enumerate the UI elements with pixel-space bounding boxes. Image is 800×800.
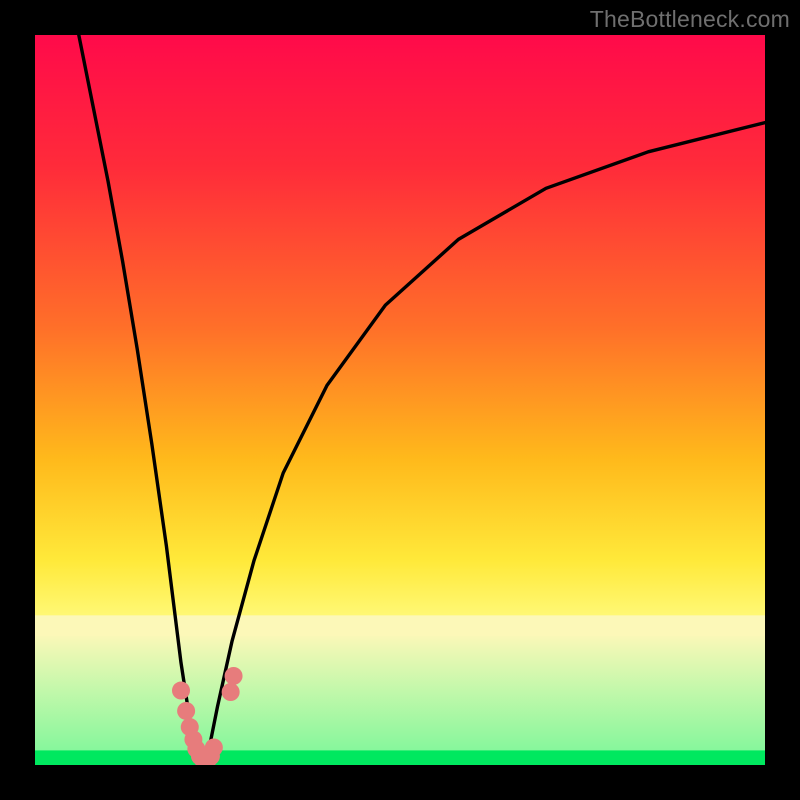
marker-dot — [222, 683, 240, 701]
viewport-frame: TheBottleneck.com — [0, 0, 800, 800]
bottom-green-stripe — [35, 750, 765, 765]
plot-area — [35, 35, 765, 765]
marker-dot — [172, 682, 190, 700]
pale-band — [35, 615, 765, 635]
marker-dot — [177, 702, 195, 720]
marker-dot — [225, 667, 243, 685]
plot-svg — [35, 35, 765, 765]
marker-dot — [205, 738, 223, 756]
brand-watermark: TheBottleneck.com — [590, 6, 790, 33]
